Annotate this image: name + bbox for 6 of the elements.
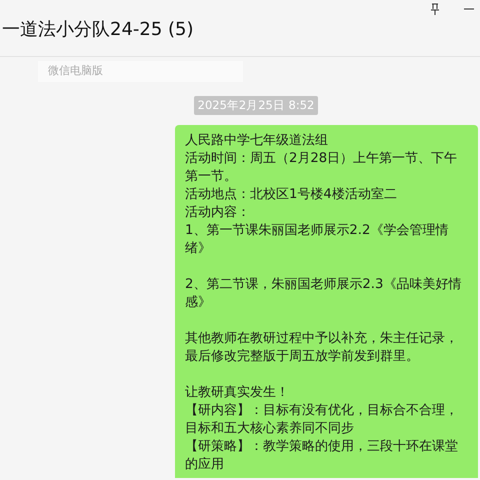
- timestamp: 2025年2月25日 8:52: [194, 96, 318, 115]
- pin-icon[interactable]: [430, 3, 440, 15]
- minimize-icon[interactable]: [464, 8, 474, 10]
- window-title: 一道法小分队24-25 (5): [2, 18, 194, 42]
- message-text: 人民路中学七年级道法组 活动时间：周五（2月28日）上午第一节、下午 第一节。 活动地点：北校区1号楼4楼活动室二 活动内容： 1、第一节课朱丽国老师展示2.2《学会管理情 绪》 2、第二节课，朱丽国老师展示2.3《品味美好情 感》 其他教师在教研过程中予以补充，朱主任记录， 最后修改完整版于周五放学前发到群里。 让教研真实发生！ 【研内容】：目标有没有优化，目标合不合理， 目标和五大核心素养同不同步 【研策略】：教学策略的使用，三段十环在课堂 的应用: [185, 132, 462, 474]
- quoted-message: 微信电脑版: [38, 61, 243, 82]
